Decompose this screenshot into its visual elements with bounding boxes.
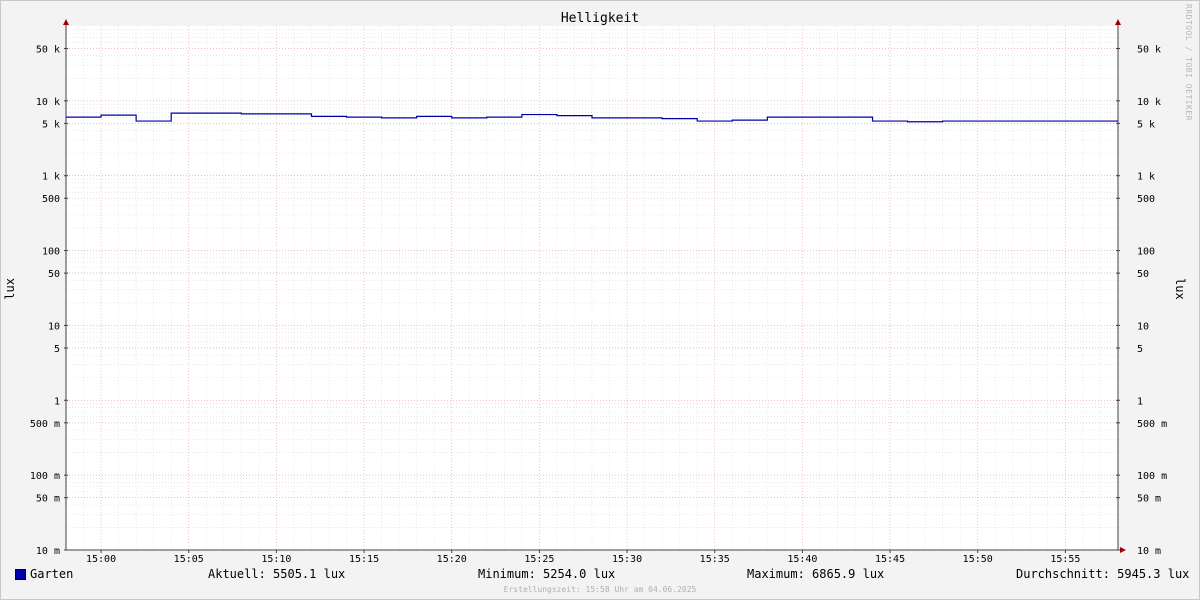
y-tick-label-right: 10 k xyxy=(1137,97,1161,108)
y-tick-label-left: 5 k xyxy=(42,119,60,130)
y-axis-arrow-right xyxy=(1115,19,1121,25)
y-tick-label-right: 5 k xyxy=(1137,119,1155,130)
y-tick-label-left: 10 m xyxy=(36,546,60,557)
x-tick-label: 15:55 xyxy=(1050,554,1080,565)
y-tick-label-right: 10 xyxy=(1137,321,1149,332)
y-tick-label-right: 5 xyxy=(1137,344,1143,355)
y-tick-label-left: 50 xyxy=(48,269,60,280)
x-tick-label: 15:50 xyxy=(963,554,993,565)
legend-series-name: Garten xyxy=(30,567,74,581)
y-tick-label-left: 1 xyxy=(54,396,60,407)
legend-minimum: Minimum: 5254.0 lux xyxy=(478,567,616,581)
x-tick-label: 15:20 xyxy=(437,554,467,565)
legend-current: Aktuell: 5505.1 lux xyxy=(208,567,346,581)
y-tick-label-right: 1 k xyxy=(1137,172,1155,183)
x-tick-label: 15:40 xyxy=(787,554,817,565)
chart-canvas: 10 m 50 m 100 m 500 m 1 5 10 50 100 500 1 k 5 k 10 k… xyxy=(30,19,1167,565)
y-tick-label-left: 100 xyxy=(42,247,60,258)
x-tick-label: 15:15 xyxy=(349,554,379,565)
x-tick-label: 15:35 xyxy=(700,554,730,565)
y-tick-label-right: 50 k xyxy=(1137,45,1161,56)
x-tick-label: 15:25 xyxy=(524,554,554,565)
x-tick-label: 15:30 xyxy=(612,554,642,565)
y-tick-label-left: 5 xyxy=(54,344,60,355)
y-tick-label-left: 10 k xyxy=(36,97,60,108)
y-tick-label-left: 50 k xyxy=(36,45,60,56)
legend: Garten Aktuell: 5505.1 lux Minimum: 5254… xyxy=(0,567,1200,583)
y-tick-label-right: 10 m xyxy=(1137,546,1161,557)
y-tick-label-left: 500 xyxy=(42,194,60,205)
y-tick-label-right: 500 m xyxy=(1137,419,1167,430)
y-tick-label-right: 100 m xyxy=(1137,471,1167,482)
y-tick-label-left: 1 k xyxy=(42,172,60,183)
x-axis-arrow xyxy=(1120,547,1126,553)
y-axis-arrow-left xyxy=(63,19,69,25)
y-tick-label-left: 500 m xyxy=(30,419,60,430)
y-tick-label-right: 500 xyxy=(1137,194,1155,205)
legend-average: Durchschnitt: 5945.3 lux xyxy=(1016,567,1190,581)
x-tick-label: 15:10 xyxy=(261,554,291,565)
creation-timestamp: Erstellungszeit: 15:58 Uhr am 04.06.2025 xyxy=(503,585,697,594)
x-tick-label: 15:45 xyxy=(875,554,905,565)
y-tick-label-left: 50 m xyxy=(36,494,60,505)
y-tick-label-right: 50 xyxy=(1137,269,1149,280)
y-tick-label-left: 10 xyxy=(48,321,60,332)
x-tick-label: 15:05 xyxy=(174,554,204,565)
y-tick-label-right: 100 xyxy=(1137,247,1155,258)
y-tick-label-right: 1 xyxy=(1137,396,1143,407)
x-tick-label: 15:00 xyxy=(86,554,116,565)
legend-swatch xyxy=(15,569,26,580)
legend-maximum: Maximum: 6865.9 lux xyxy=(747,567,885,581)
y-tick-label-left: 100 m xyxy=(30,471,60,482)
y-tick-label-right: 50 m xyxy=(1137,494,1161,505)
